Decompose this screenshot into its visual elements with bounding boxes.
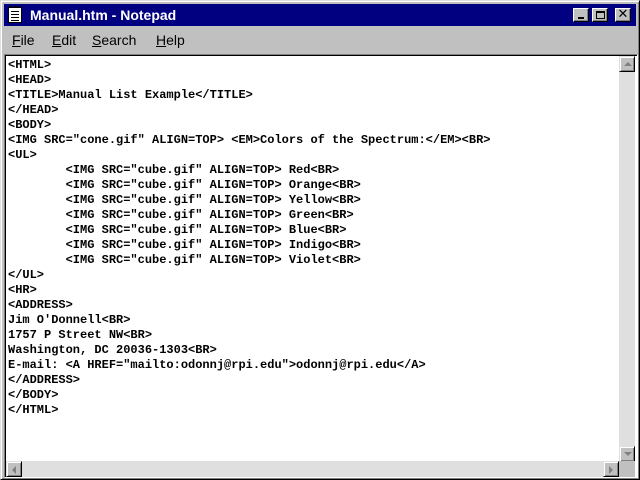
arrow-left-icon — [12, 466, 16, 474]
menu-file[interactable]: File — [12, 32, 35, 48]
window-title: Manual.htm - Notepad — [30, 7, 177, 23]
text-editor[interactable]: <HTML> <HEAD> <TITLE>Manual List Example… — [4, 54, 638, 478]
document-text[interactable]: <HTML> <HEAD> <TITLE>Manual List Example… — [8, 58, 620, 418]
scroll-down-button[interactable] — [619, 446, 635, 462]
close-button[interactable]: ✕ — [615, 8, 631, 22]
scrollbar-corner — [619, 461, 635, 477]
minimize-icon — [578, 17, 584, 19]
notepad-window: Manual.htm - Notepad ✕ File Edit Search … — [0, 0, 640, 480]
notepad-icon[interactable] — [8, 6, 22, 23]
arrow-right-icon — [609, 466, 613, 474]
scroll-up-button[interactable] — [619, 56, 635, 72]
maximize-icon — [596, 11, 605, 19]
horizontal-scrollbar[interactable] — [6, 461, 619, 477]
vertical-scrollbar[interactable] — [619, 56, 635, 462]
arrow-up-icon — [624, 62, 632, 66]
scroll-left-button[interactable] — [6, 461, 22, 477]
menu-bar: File Edit Search Help — [4, 29, 636, 51]
title-bar[interactable]: Manual.htm - Notepad ✕ — [4, 4, 636, 26]
scroll-right-button[interactable] — [603, 461, 619, 477]
minimize-button[interactable] — [573, 8, 589, 22]
close-icon: ✕ — [617, 7, 629, 22]
text-content-area[interactable]: <HTML> <HEAD> <TITLE>Manual List Example… — [8, 58, 620, 462]
menu-search[interactable]: Search — [92, 32, 136, 48]
maximize-button[interactable] — [592, 8, 608, 22]
menu-help[interactable]: Help — [156, 32, 185, 48]
arrow-down-icon — [624, 452, 632, 456]
menu-edit[interactable]: Edit — [52, 32, 76, 48]
